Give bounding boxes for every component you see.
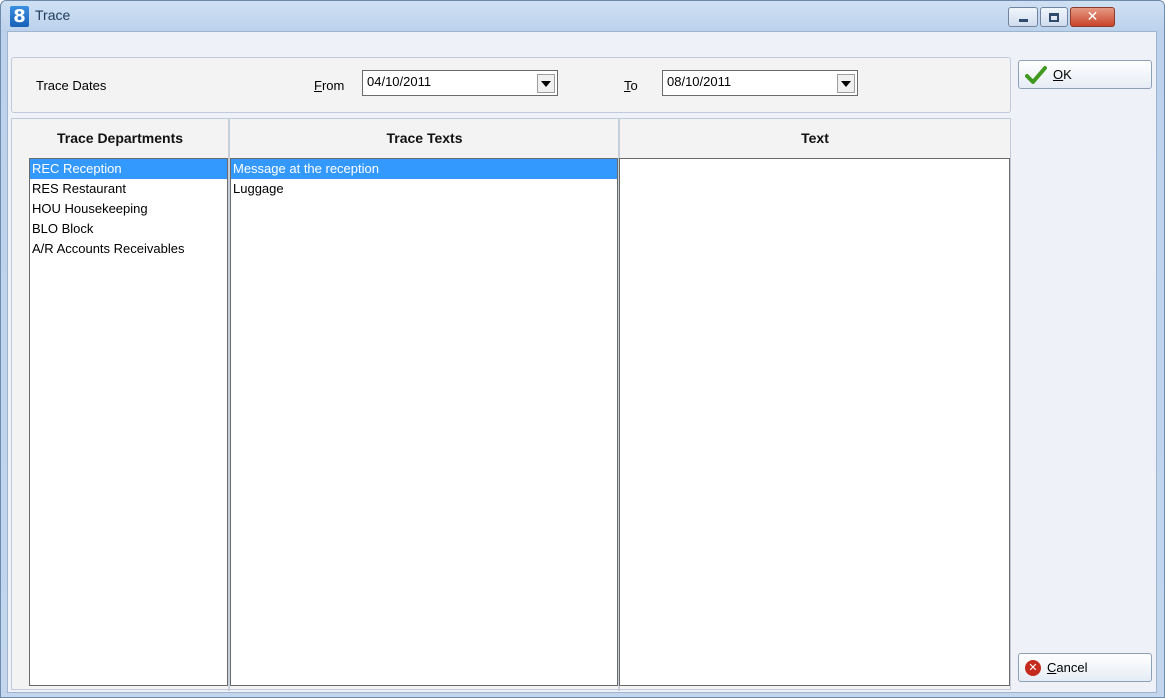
text-header: Text xyxy=(801,130,829,146)
from-date-combo[interactable]: 04/10/2011 xyxy=(362,70,558,96)
from-date-value: 04/10/2011 xyxy=(367,74,432,89)
cancel-mnemonic: C xyxy=(1047,660,1057,675)
to-date-combo[interactable]: 08/10/2011 xyxy=(662,70,858,96)
check-icon xyxy=(1025,65,1047,84)
app-icon: 8 xyxy=(10,6,29,27)
title-bar[interactable]: 8 Trace ✕ xyxy=(1,1,1164,31)
list-item[interactable]: HOU Housekeeping xyxy=(30,199,227,219)
cancel-button[interactable]: ✕ Cancel xyxy=(1018,653,1152,682)
trace-grid: Trace Departments Trace Texts Text REC R… xyxy=(11,118,1011,691)
from-dropdown-button[interactable] xyxy=(537,74,555,93)
chevron-down-icon xyxy=(541,80,551,87)
trace-dates-label: Trace Dates xyxy=(36,78,107,93)
trace-texts-header: Trace Texts xyxy=(386,130,463,146)
close-button[interactable]: ✕ xyxy=(1070,7,1115,27)
action-panel: OK ✕ Cancel xyxy=(1013,57,1155,690)
to-date-value: 08/10/2011 xyxy=(667,74,732,89)
list-item[interactable]: Message at the reception xyxy=(231,159,617,179)
to-dropdown-button[interactable] xyxy=(837,74,855,93)
ok-button[interactable]: OK xyxy=(1018,60,1152,89)
to-label-rest: o xyxy=(630,78,638,93)
trace-departments-list[interactable]: REC Reception RES Restaurant HOU Housekeep… xyxy=(29,158,228,686)
maximize-button[interactable] xyxy=(1040,7,1068,27)
list-item[interactable]: Luggage xyxy=(231,179,617,199)
list-item[interactable]: RES Restaurant xyxy=(30,179,227,199)
trace-dates-panel: Trace Dates From 04/10/2011 To 08/10/201… xyxy=(11,57,1011,113)
chevron-down-icon xyxy=(841,80,851,87)
to-label: To xyxy=(624,78,638,93)
ok-label-rest: K xyxy=(1063,67,1072,82)
list-item[interactable]: BLO Block xyxy=(30,219,227,239)
ok-label: OK xyxy=(1053,67,1072,82)
text-area[interactable] xyxy=(619,158,1010,686)
trace-window: 8 Trace ✕ Trace Dates From 04/10/2011 To… xyxy=(0,0,1165,698)
from-label-rest: rom xyxy=(321,78,345,93)
cancel-label-rest: ancel xyxy=(1056,660,1088,675)
close-icon: ✕ xyxy=(1086,9,1099,25)
minimize-button[interactable] xyxy=(1008,7,1038,27)
window-title: Trace xyxy=(35,7,71,23)
ok-mnemonic: O xyxy=(1053,67,1064,82)
maximize-icon xyxy=(1049,12,1059,22)
trace-texts-list[interactable]: Message at the reception Luggage xyxy=(230,158,618,686)
minimize-icon xyxy=(1018,18,1028,22)
dialog-client: Trace Dates From 04/10/2011 To 08/10/201… xyxy=(7,31,1157,693)
list-item[interactable]: REC Reception xyxy=(30,159,227,179)
from-mnemonic: F xyxy=(314,78,322,93)
cancel-label: Cancel xyxy=(1047,660,1087,675)
trace-departments-header: Trace Departments xyxy=(56,130,184,146)
list-item[interactable]: A/R Accounts Receivables xyxy=(30,239,227,259)
cancel-icon: ✕ xyxy=(1025,659,1041,676)
from-label: From xyxy=(314,78,344,93)
